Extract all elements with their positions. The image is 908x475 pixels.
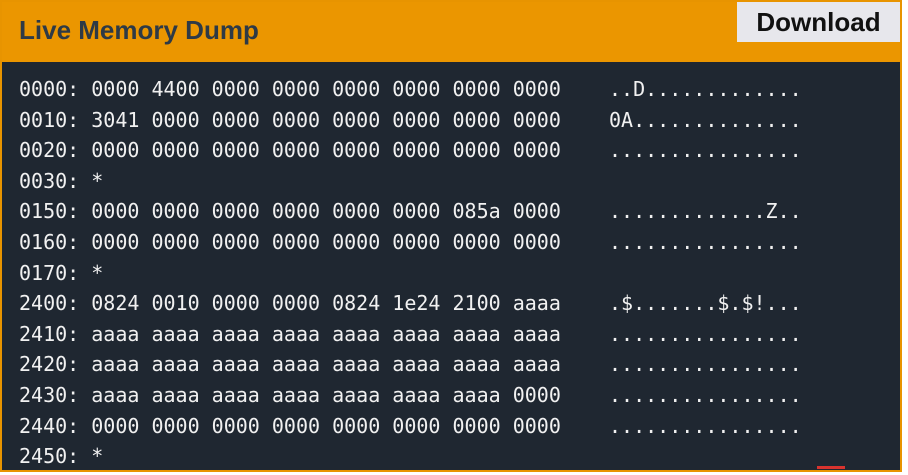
dump-row: 0020: 0000 0000 0000 0000 0000 0000 0000… (19, 135, 889, 166)
hex-dump-view[interactable]: 0000: 0000 4400 0000 0000 0000 0000 0000… (19, 74, 889, 470)
scroll-marker (817, 466, 845, 469)
row-hex: 0000 0000 0000 0000 0000 0000 0000 0000 (91, 229, 561, 254)
row-hex: 0000 4400 0000 0000 0000 0000 0000 0000 (91, 77, 561, 101)
dump-row: 0150: 0000 0000 0000 0000 0000 0000 085a… (19, 196, 889, 227)
dump-row: 0000: 0000 4400 0000 0000 0000 0000 0000… (19, 74, 889, 105)
row-hex: aaaa aaaa aaaa aaaa aaaa aaaa aaaa aaaa (91, 321, 561, 346)
row-ascii: 0A.............. (609, 107, 802, 132)
row-ascii: .$.......$.$!... (609, 291, 802, 316)
row-address: 0160: (19, 229, 80, 254)
row-ascii: ................ (609, 352, 802, 377)
dump-row: 2420: aaaa aaaa aaaa aaaa aaaa aaaa aaaa… (19, 349, 889, 380)
memory-dump-panel: Live Memory Dump Download 0000: 0000 440… (0, 0, 902, 472)
dump-row: 0160: 0000 0000 0000 0000 0000 0000 0000… (19, 227, 889, 258)
dump-row: 2430: aaaa aaaa aaaa aaaa aaaa aaaa aaaa… (19, 380, 889, 411)
row-ascii: ..D............. (609, 77, 802, 101)
row-address: 0150: (19, 199, 80, 224)
row-hex: 0000 0000 0000 0000 0000 0000 0000 0000 (91, 138, 561, 163)
dump-row: 2440: 0000 0000 0000 0000 0000 0000 0000… (19, 411, 889, 442)
row-ascii: ................ (609, 413, 802, 438)
row-address: 2440: (19, 413, 80, 438)
row-address: 2400: (19, 291, 80, 316)
download-button[interactable]: Download (737, 2, 900, 42)
row-address: 0000: (19, 77, 80, 101)
row-hex: * (91, 444, 104, 469)
row-ascii: ................ (609, 321, 802, 346)
row-address: 0030: (19, 168, 80, 193)
row-hex: aaaa aaaa aaaa aaaa aaaa aaaa aaaa aaaa (91, 352, 561, 377)
row-address: 2450: (19, 444, 80, 469)
panel-header: Live Memory Dump Download (2, 2, 900, 62)
dump-row: 2450: * (19, 441, 889, 470)
row-hex: aaaa aaaa aaaa aaaa aaaa aaaa aaaa 0000 (91, 382, 561, 407)
row-hex: 0824 0010 0000 0000 0824 1e24 2100 aaaa (91, 291, 561, 316)
row-hex: 0000 0000 0000 0000 0000 0000 085a 0000 (91, 199, 561, 224)
dump-row: 2410: aaaa aaaa aaaa aaaa aaaa aaaa aaaa… (19, 319, 889, 350)
row-ascii: .............Z.. (609, 199, 802, 224)
row-address: 0170: (19, 260, 80, 285)
dump-row: 2400: 0824 0010 0000 0000 0824 1e24 2100… (19, 288, 889, 319)
row-address: 2430: (19, 382, 80, 407)
row-address: 0020: (19, 138, 80, 163)
row-address: 2420: (19, 352, 80, 377)
row-hex: * (91, 260, 104, 285)
dump-row: 0170: * (19, 258, 889, 289)
row-hex: * (91, 168, 104, 193)
row-hex: 3041 0000 0000 0000 0000 0000 0000 0000 (91, 107, 561, 132)
row-ascii: ................ (609, 229, 802, 254)
dump-row: 0010: 3041 0000 0000 0000 0000 0000 0000… (19, 105, 889, 136)
dump-row: 0030: * (19, 166, 889, 197)
page-title: Live Memory Dump (19, 15, 259, 45)
row-ascii: ................ (609, 382, 802, 407)
row-ascii: ................ (609, 138, 802, 163)
row-address: 0010: (19, 107, 80, 132)
row-hex: 0000 0000 0000 0000 0000 0000 0000 0000 (91, 413, 561, 438)
row-address: 2410: (19, 321, 80, 346)
